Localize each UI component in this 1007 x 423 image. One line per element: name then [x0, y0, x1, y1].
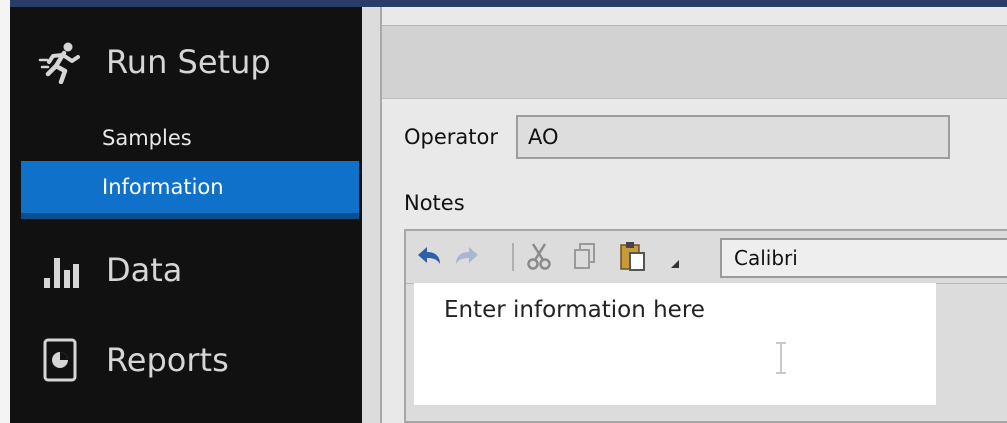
notes-text-area[interactable]: Enter information here	[414, 283, 936, 405]
cut-icon[interactable]	[524, 241, 554, 271]
report-document-icon	[30, 338, 90, 382]
sidebar-item-label: Data	[106, 251, 183, 289]
operator-label: Operator	[404, 125, 498, 149]
sidebar-item-reports[interactable]: Reports	[10, 333, 229, 387]
sidebar-item-label: Information	[102, 175, 224, 199]
sidebar-item-label: Run Setup	[106, 43, 271, 81]
toolbar-separator	[512, 243, 514, 271]
running-person-icon	[30, 40, 90, 84]
notes-editor: Calibri Enter information here	[404, 229, 1007, 423]
notes-placeholder: Enter information here	[444, 297, 705, 323]
bar-chart-icon	[30, 250, 90, 290]
panel-divider	[362, 7, 380, 423]
content-panel: Operator AO Notes Calibri Enter informat…	[380, 7, 1007, 423]
paste-icon[interactable]	[618, 241, 648, 271]
text-cursor-icon	[774, 341, 788, 379]
font-family-select[interactable]: Calibri	[720, 238, 1007, 278]
editor-toolbar: Calibri	[406, 231, 1007, 284]
sidebar-item-label: Reports	[106, 341, 229, 379]
dropdown-arrow-icon[interactable]	[660, 249, 690, 279]
window-left-edge	[0, 0, 10, 423]
sidebar-item-samples[interactable]: Samples	[10, 111, 192, 165]
sidebar-item-label: Samples	[102, 126, 192, 150]
sidebar-item-run-setup[interactable]: Run Setup	[10, 35, 271, 89]
sidebar-item-information[interactable]: Information	[21, 161, 359, 219]
window-top-border	[0, 0, 1007, 7]
undo-icon[interactable]	[414, 241, 444, 271]
redo-icon[interactable]	[452, 241, 482, 271]
sidebar: Run Setup Samples Information Data Repor…	[10, 7, 362, 423]
operator-value: AO	[528, 125, 559, 149]
notes-label: Notes	[404, 191, 465, 215]
copy-icon[interactable]	[570, 241, 600, 271]
operator-field[interactable]: AO	[516, 115, 950, 159]
font-family-value: Calibri	[734, 246, 798, 270]
header-banner	[382, 25, 1007, 99]
sidebar-item-data[interactable]: Data	[10, 243, 182, 297]
